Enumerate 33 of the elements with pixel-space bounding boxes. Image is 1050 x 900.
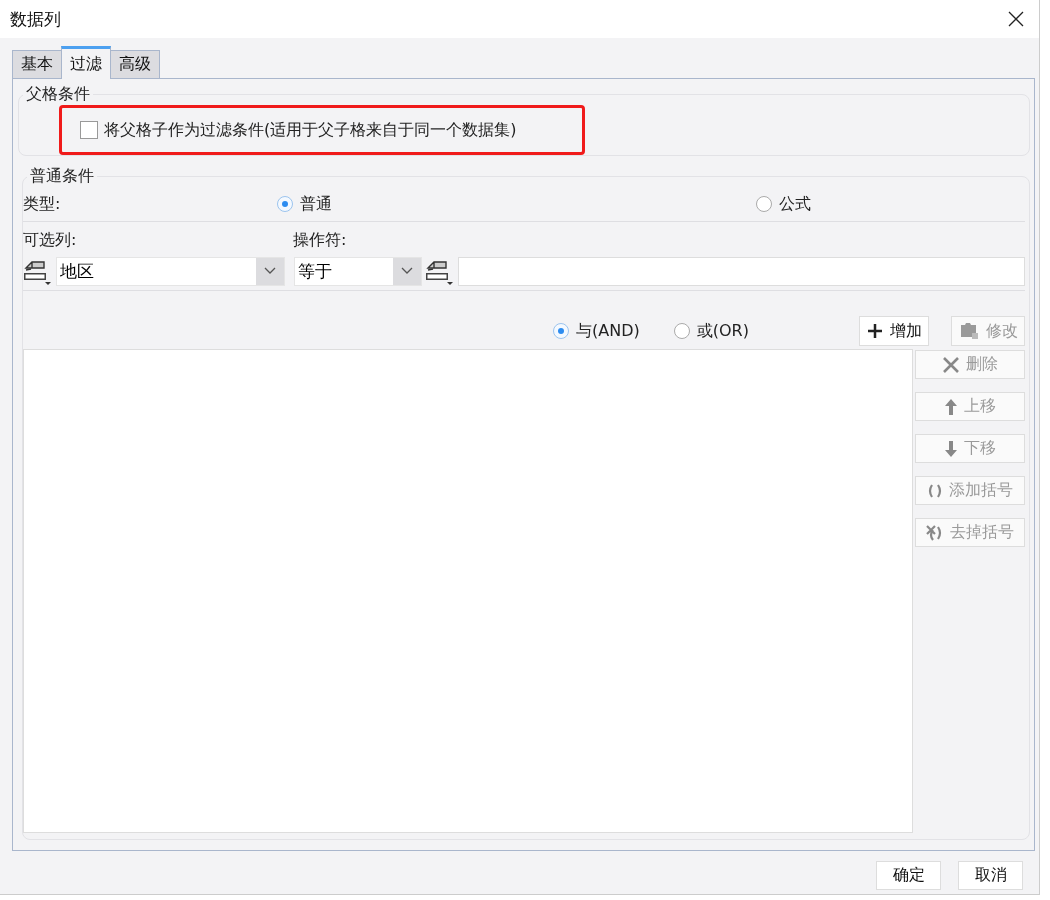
radio-button[interactable]: 与(AND) [553, 320, 640, 342]
operator-label: 操作符: [293, 229, 347, 251]
operator-dropdown[interactable]: 等于 [294, 256, 422, 286]
chevron-down-icon [264, 267, 276, 275]
type-label: 类型: [23, 193, 61, 215]
group-title: 父格条件 [23, 84, 93, 105]
checkbox[interactable]: 将父格子作为过滤条件(适用于父子格来自于同一个数据集) [80, 119, 517, 141]
chevron-down-icon [401, 267, 413, 275]
action-button[interactable]: 增加 [859, 316, 929, 346]
remove-parentheses-icon [926, 523, 944, 542]
parentheses-icon [927, 482, 943, 499]
arrow-up-icon [944, 397, 958, 416]
close-icon [942, 355, 960, 374]
radio-dot[interactable] [756, 196, 772, 212]
tab[interactable]: 基本 [12, 50, 62, 78]
radio-dot[interactable] [553, 323, 569, 339]
radio-button[interactable]: 或(OR) [673, 320, 749, 342]
group-title: 普通条件 [27, 166, 97, 187]
value-field[interactable] [458, 256, 1025, 286]
arrow-down-icon [944, 439, 958, 458]
close-icon [1008, 11, 1024, 27]
window-title: 数据列 [10, 7, 61, 31]
dialog-button[interactable]: 确定 [876, 861, 941, 890]
radio-button[interactable]: 普通 [277, 193, 332, 215]
plus-icon [866, 322, 884, 340]
radio-button[interactable]: 公式 [756, 193, 811, 215]
radio-dot[interactable] [277, 196, 293, 212]
tab[interactable]: 过滤 [61, 46, 111, 79]
column-label: 可选列: [23, 229, 78, 251]
column-dropdown[interactable]: 地区 [56, 256, 285, 286]
tab[interactable]: 高级 [110, 50, 160, 78]
radio-dot[interactable] [673, 323, 690, 339]
dialog-button[interactable]: 取消 [958, 861, 1023, 890]
